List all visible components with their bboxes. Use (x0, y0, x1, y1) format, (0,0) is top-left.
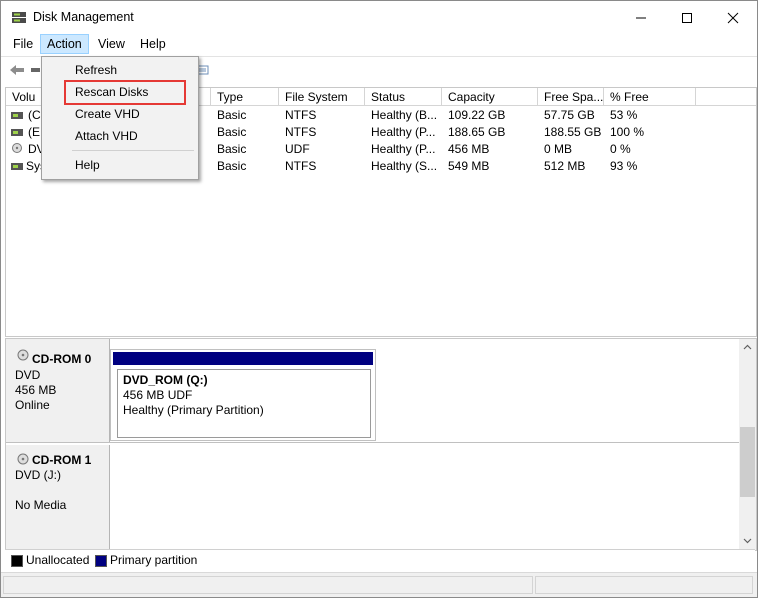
column-header-type[interactable]: Type (211, 88, 279, 106)
dvd-drive-icon (17, 453, 29, 465)
disk-kind: DVD (J:) (15, 468, 61, 482)
cell-status: Healthy (S... (371, 159, 438, 173)
scroll-up-icon[interactable] (743, 344, 752, 350)
volume-icon (11, 112, 23, 119)
menu-item-attach-vhd[interactable]: Attach VHD (75, 129, 138, 143)
disk-size: 456 MB (15, 383, 57, 397)
cell-pct-free: 93 % (610, 159, 638, 173)
menu-item-help[interactable]: Help (75, 158, 100, 172)
volume-icon (11, 163, 23, 170)
cell-capacity: 188.65 GB (448, 125, 506, 139)
rescan-highlight-box (64, 80, 186, 105)
status-bar (1, 572, 757, 597)
volume-icon (11, 129, 23, 136)
menu-action[interactable]: Action (40, 34, 89, 54)
legend-swatch-primary (95, 555, 107, 567)
back-arrow-icon[interactable] (9, 63, 25, 77)
title-bar: Disk Management (1, 1, 757, 33)
disk-name: CD-ROM 1 (32, 453, 92, 467)
dvd-drive-icon (17, 349, 29, 361)
vertical-scrollbar[interactable] (739, 339, 756, 550)
cell-status: Healthy (P... (371, 125, 436, 139)
disk-management-icon (12, 12, 26, 23)
cell-volume: DV (28, 142, 42, 156)
cell-pct-free: 0 % (610, 142, 631, 156)
cell-file-system: NTFS (285, 125, 317, 139)
disk-state: No Media (15, 498, 67, 512)
primary-partition-bar (113, 352, 373, 365)
cell-type: Basic (217, 125, 247, 139)
dvd-icon (12, 143, 22, 153)
cell-capacity: 456 MB (448, 142, 490, 156)
partition-container: DVD_ROM (Q:) 456 MB UDF Healthy (Primary… (110, 349, 376, 441)
cell-status: Healthy (P... (371, 142, 436, 156)
partition-label: DVD_ROM (Q:) (123, 373, 208, 387)
disk-divider (6, 442, 739, 443)
cell-type: Basic (217, 159, 247, 173)
scroll-down-icon[interactable] (743, 538, 752, 544)
cell-type: Basic (217, 108, 247, 122)
cell-free-space: 57.75 GB (544, 108, 595, 122)
menu-separator (72, 150, 194, 151)
column-header-free-space[interactable]: Free Spa... (538, 88, 604, 106)
menu-view[interactable]: View (92, 34, 131, 54)
cell-free-space: 512 MB (544, 159, 586, 173)
cell-volume: (C (28, 108, 41, 122)
cell-type: Basic (217, 142, 247, 156)
column-header-file-system[interactable]: File System (279, 88, 365, 106)
legend-swatch-unallocated (11, 555, 23, 567)
menu-file[interactable]: File (7, 34, 39, 54)
cell-free-space: 0 MB (544, 142, 573, 156)
maximize-icon (682, 13, 692, 23)
column-header-spacer (696, 88, 756, 106)
status-pane-main (3, 576, 533, 594)
window-title: Disk Management (33, 10, 134, 24)
cell-status: Healthy (B... (371, 108, 438, 122)
cell-capacity: 549 MB (448, 159, 490, 173)
minimize-icon (636, 17, 646, 19)
disk-label-cdrom0[interactable]: CD-ROM 0 DVD 456 MB Online (6, 339, 110, 442)
cell-file-system: NTFS (285, 159, 317, 173)
cell-capacity: 109.22 GB (448, 108, 506, 122)
disk-state: Online (15, 398, 50, 412)
cell-pct-free: 100 % (610, 125, 645, 139)
forward-arrow-icon[interactable] (29, 63, 41, 77)
menu-item-refresh[interactable]: Refresh (75, 63, 117, 77)
partition-dvd-rom-q[interactable]: DVD_ROM (Q:) 456 MB UDF Healthy (Primary… (117, 369, 371, 438)
menu-item-create-vhd[interactable]: Create VHD (75, 107, 140, 121)
cell-volume: (E (28, 125, 40, 139)
cell-volume: Sys (26, 159, 42, 173)
cell-file-system: NTFS (285, 108, 317, 122)
column-header-capacity[interactable]: Capacity (442, 88, 538, 106)
cell-free-space: 188.55 GB (544, 125, 602, 139)
maximize-button[interactable] (664, 1, 710, 33)
column-header-status[interactable]: Status (365, 88, 442, 106)
partition-size-fs: 456 MB UDF (123, 388, 193, 402)
cell-file-system: UDF (285, 142, 310, 156)
action-menu: Refresh Rescan Disks Create VHD Attach V… (41, 56, 199, 180)
disk-label-cdrom1[interactable]: CD-ROM 1 DVD (J:) No Media (6, 445, 110, 550)
scroll-thumb[interactable] (740, 427, 755, 497)
cell-pct-free: 53 % (610, 108, 638, 122)
status-pane-secondary (535, 576, 753, 594)
legend-unallocated: Unallocated (26, 553, 90, 567)
legend: Unallocated Primary partition (5, 549, 755, 571)
disk-graphical-view: CD-ROM 0 DVD 456 MB Online DVD_ROM (Q:) … (5, 338, 757, 551)
close-button[interactable] (710, 1, 756, 33)
legend-primary-partition: Primary partition (110, 553, 198, 567)
disk-kind: DVD (15, 368, 41, 382)
partition-status: Healthy (Primary Partition) (123, 403, 264, 417)
disk-name: CD-ROM 0 (32, 352, 92, 366)
menu-help[interactable]: Help (134, 34, 172, 54)
menu-bar: File Action View Help (1, 33, 757, 55)
close-icon (727, 12, 739, 24)
column-header-pct-free[interactable]: % Free (604, 88, 696, 106)
minimize-button[interactable] (618, 1, 664, 33)
disk-management-window: Disk Management File Action View Help Vo… (0, 0, 758, 598)
